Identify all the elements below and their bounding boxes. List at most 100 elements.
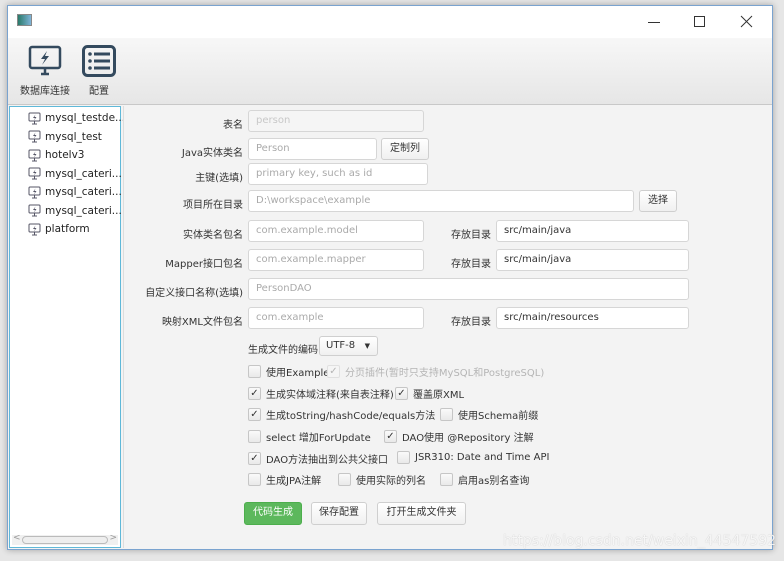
watermark: https://blog.csdn.net/weixin_44547592 <box>503 533 777 549</box>
checkbox-icon <box>248 430 261 443</box>
option-checkbox[interactable]: 使用Example <box>248 364 329 379</box>
option-checkbox[interactable]: 使用实际的列名 <box>338 472 426 487</box>
database-connection-icon <box>28 223 41 235</box>
scrollbar-thumb[interactable] <box>22 536 108 544</box>
app-icon <box>17 14 32 26</box>
scroll-right-icon[interactable]: > <box>109 533 117 543</box>
tree-item[interactable]: mysql_cateri... <box>28 202 122 220</box>
primary-key-field[interactable]: primary key, such as id <box>248 163 428 185</box>
minimize-icon <box>648 22 660 23</box>
table-name-label: 表名 <box>223 120 243 131</box>
option-checkbox[interactable]: 生成JPA注解 <box>248 472 321 487</box>
option-checkbox[interactable]: ✓ DAO方法抽出到公共父接口 <box>248 451 388 466</box>
model-package-field[interactable]: com.example.model <box>248 220 424 242</box>
model-dir-field[interactable]: src/main/java <box>496 220 689 242</box>
entity-name-field[interactable]: Person <box>248 138 377 160</box>
option-label: 生成JPA注解 <box>266 476 322 487</box>
db-connect-button[interactable]: 数据库连接 <box>17 45 73 97</box>
option-checkbox[interactable]: ✓ DAO使用 @Repository 注解 <box>384 429 534 444</box>
config-label: 配置 <box>89 86 109 97</box>
tree-item[interactable]: mysql_testde... <box>28 109 125 127</box>
monitor-lightning-icon <box>28 45 62 76</box>
entity-name-label: Java实体类名 <box>181 148 243 159</box>
tree-item[interactable]: mysql_test <box>28 128 102 146</box>
mapper-dir-field[interactable]: src/main/java <box>496 249 689 271</box>
database-connection-icon <box>28 204 41 217</box>
tree-item-label: hotelv3 <box>45 149 85 161</box>
checkmark-icon: ✓ <box>248 387 261 400</box>
option-checkbox[interactable]: 启用as别名查询 <box>440 472 529 487</box>
database-connection-icon <box>28 130 41 143</box>
option-checkbox[interactable]: ✓ 生成toString/hashCode/equals方法 <box>248 407 435 422</box>
option-checkbox[interactable]: ✓ 生成实体域注释(来自表注释) <box>248 386 394 401</box>
toolbar: 数据库连接 配置 <box>8 38 772 105</box>
tree-item[interactable]: mysql_cateri... <box>28 165 122 183</box>
checkbox-icon <box>440 408 453 421</box>
encoding-label: 生成文件的编码 <box>248 345 318 356</box>
checkmark-icon: ✓ <box>384 430 397 443</box>
tree-item-label: mysql_cateri... <box>45 204 122 217</box>
option-label: 使用Schema前缀 <box>458 411 539 422</box>
model-package-label: 实体类名包名 <box>183 230 243 241</box>
option-label: 启用as别名查询 <box>458 476 530 487</box>
chevron-down-icon: ▼ <box>364 342 370 350</box>
close-button[interactable] <box>732 10 762 34</box>
tree-item[interactable]: platform <box>28 220 90 238</box>
minimize-button[interactable] <box>640 10 670 34</box>
tree-item-label: mysql_cateri... <box>45 186 122 198</box>
option-checkbox: ✓ 分页插件(暂时只支持MySQL和PostgreSQL) <box>327 364 544 379</box>
tree-item[interactable]: mysql_cateri... <box>28 183 122 201</box>
xml-dir-field[interactable]: src/main/resources <box>496 307 689 329</box>
project-dir-field[interactable]: D:\workspace\example <box>248 190 634 212</box>
db-connect-label: 数据库连接 <box>20 86 70 97</box>
tree-item-label: mysql_test <box>45 130 102 143</box>
checkbox-icon <box>397 451 410 464</box>
maximize-icon <box>694 16 705 27</box>
checkmark-icon: ✓ <box>248 452 261 465</box>
option-checkbox[interactable]: JSR310: Date and Time API <box>397 451 549 464</box>
option-checkbox[interactable]: ✓ 覆盖原XML <box>395 386 464 401</box>
mapper-dir-label: 存放目录 <box>451 259 491 270</box>
option-label: select 增加ForUpdate <box>266 433 371 444</box>
database-connection-icon <box>28 149 41 161</box>
model-dir-label: 存放目录 <box>451 230 491 241</box>
save-config-button[interactable]: 保存配置 <box>311 502 367 525</box>
encoding-select[interactable]: UTF-8 ▼ <box>319 336 378 356</box>
splitter[interactable] <box>123 106 128 548</box>
database-connection-icon <box>28 186 41 198</box>
connection-tree[interactable]: mysql_testde... mysql_test hotelv3 mysql_ca… <box>9 106 125 548</box>
horizontal-scrollbar[interactable]: < > <box>12 533 118 545</box>
option-checkbox[interactable]: select 增加ForUpdate <box>248 429 371 444</box>
title-bar <box>8 6 772 38</box>
option-label: 生成toString/hashCode/equals方法 <box>266 411 436 422</box>
option-label: 生成实体域注释(来自表注释) <box>266 390 394 401</box>
mapper-package-field[interactable]: com.example.mapper <box>248 249 424 271</box>
open-folder-button[interactable]: 打开生成文件夹 <box>377 502 466 525</box>
checkmark-icon: ✓ <box>248 408 261 421</box>
maximize-button[interactable] <box>686 10 716 34</box>
database-connection-icon <box>28 112 41 124</box>
table-name-field: person <box>248 110 424 132</box>
project-dir-label: 项目所在目录 <box>183 200 243 211</box>
option-checkbox[interactable]: 使用Schema前缀 <box>440 407 538 422</box>
tree-item-label: mysql_cateri... <box>45 167 122 180</box>
option-label: 覆盖原XML <box>413 390 465 401</box>
scroll-left-icon[interactable]: < <box>13 533 21 543</box>
customize-columns-button[interactable]: 定制列 <box>381 138 429 160</box>
mapper-package-label: Mapper接口包名 <box>165 259 243 270</box>
checkbox-icon <box>440 473 453 486</box>
xml-package-field[interactable]: com.example <box>248 307 424 329</box>
xml-package-label: 映射XML文件包名 <box>161 317 243 328</box>
option-label: 使用Example <box>266 368 330 379</box>
option-label: DAO方法抽出到公共父接口 <box>266 455 389 466</box>
choose-dir-button[interactable]: 选择 <box>639 190 677 212</box>
checkbox-icon <box>248 365 261 378</box>
primary-key-label: 主键(选填) <box>195 173 243 184</box>
custom-interface-field[interactable]: PersonDAO <box>248 278 689 300</box>
option-label: DAO使用 @Repository 注解 <box>402 433 534 444</box>
generate-code-button[interactable]: 代码生成 <box>244 502 302 525</box>
tree-item-label: mysql_testde... <box>45 112 126 124</box>
checkbox-icon <box>338 473 351 486</box>
tree-item[interactable]: hotelv3 <box>28 146 84 164</box>
config-button[interactable]: 配置 <box>80 45 118 97</box>
